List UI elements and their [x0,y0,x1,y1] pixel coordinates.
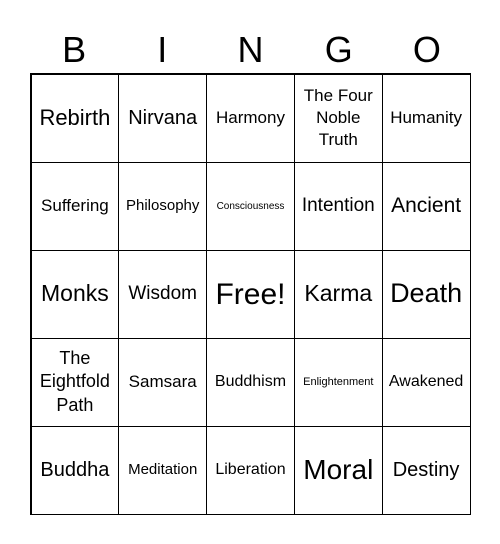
bingo-cell[interactable]: Ancient [381,161,471,251]
free-space-cell[interactable]: Free! [206,249,295,339]
bingo-cell[interactable]: Enlightenment [293,337,383,427]
header-letter-n: N [237,29,264,70]
bingo-cell[interactable]: Humanity [381,73,471,163]
bingo-cell[interactable]: Liberation [206,425,295,515]
bingo-cell[interactable]: Consciousness [206,161,295,251]
bingo-cell[interactable]: Suffering [30,161,120,251]
bingo-cell[interactable]: Wisdom [118,249,208,339]
bingo-cell[interactable]: The Eightfold Path [30,337,120,427]
header-letter-i: I [157,29,168,70]
bingo-cell[interactable]: Buddhism [206,337,295,427]
bingo-cell[interactable]: Destiny [381,425,471,515]
bingo-cell[interactable]: Nirvana [118,73,208,163]
bingo-cell[interactable]: Karma [293,249,383,339]
bingo-header: B I N G O [30,28,471,72]
bingo-cell[interactable]: The Four Noble Truth [293,73,383,163]
bingo-cell[interactable]: Buddha [30,425,120,515]
bingo-cell[interactable]: Awakened [381,337,471,427]
header-letter-b: B [62,29,87,70]
bingo-cell[interactable]: Moral [293,425,383,515]
bingo-cell[interactable]: Samsara [118,337,208,427]
bingo-cell[interactable]: Philosophy [118,161,208,251]
bingo-cell[interactable]: Meditation [118,425,208,515]
header-letter-g: G [324,29,353,70]
bingo-cell[interactable]: Harmony [206,73,295,163]
header-letter-o: O [412,29,441,70]
bingo-cell[interactable]: Death [381,249,471,339]
bingo-cell[interactable]: Rebirth [30,73,120,163]
bingo-cell[interactable]: Monks [30,249,120,339]
bingo-cell[interactable]: Intention [293,161,383,251]
bingo-grid: Rebirth Nirvana Harmony The Four Noble T… [30,73,471,515]
